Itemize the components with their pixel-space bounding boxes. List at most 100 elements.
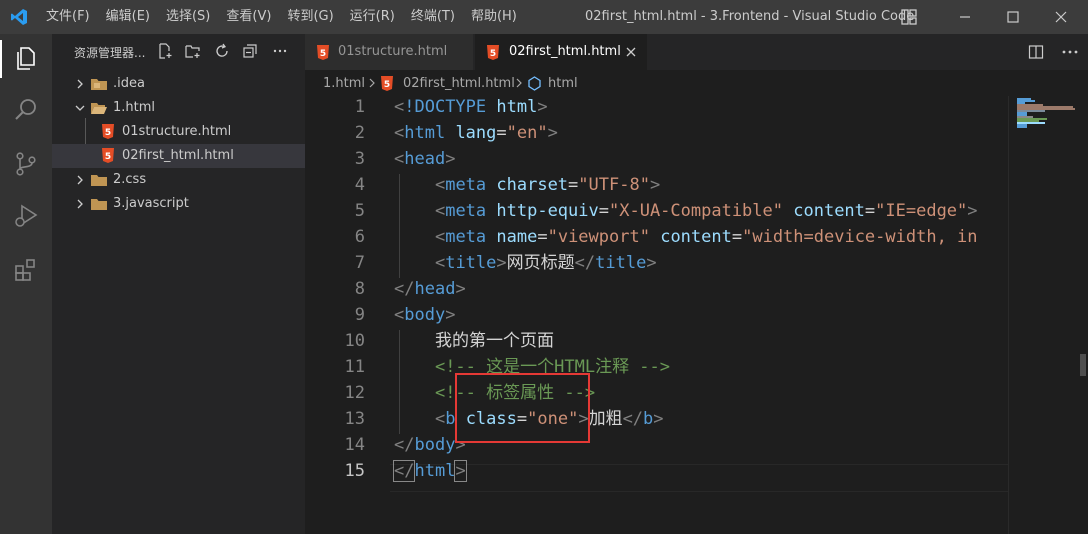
code-token: meta <box>445 175 497 195</box>
breadcrumb-folder[interactable]: 1.html <box>323 75 365 92</box>
tree-item-1-html[interactable]: 1.html <box>52 96 305 120</box>
code-line[interactable]: 8 </head> <box>305 276 1008 302</box>
code-line[interactable]: 5 <meta http-equiv="X-UA-Compatible" con… <box>305 198 1008 224</box>
window-title: 02first_html.html - 3.Frontend - Visual … <box>585 9 915 24</box>
menu-view[interactable]: 查看(V) <box>218 0 279 34</box>
code-token: head <box>404 149 446 169</box>
new-file-icon[interactable] <box>157 43 173 59</box>
collapse-all-icon[interactable] <box>242 43 258 59</box>
html5-file-icon: 5 <box>317 45 329 60</box>
new-folder-icon[interactable] <box>185 43 201 59</box>
menu-run[interactable]: 运行(R) <box>342 0 403 34</box>
code-line[interactable]: 15 </html> <box>305 458 1008 484</box>
svg-text:5: 5 <box>320 49 326 59</box>
code-editor[interactable]: 1 <!DOCTYPE html> 2 <html lang="en"> 3 <head>… <box>305 96 1008 534</box>
menu-edit[interactable]: 编辑(E) <box>98 0 158 34</box>
minimize-button[interactable] <box>942 0 988 34</box>
chevron-right-icon <box>77 79 83 89</box>
maximize-button[interactable] <box>990 0 1036 34</box>
line-number: 1 <box>354 97 365 117</box>
code-line[interactable]: 13 <b class="one">加粗</b> <box>305 406 1008 432</box>
breadcrumb-symbol[interactable]: html <box>548 75 578 92</box>
vertical-scrollbar[interactable] <box>1078 96 1088 534</box>
tree-item-01structure[interactable]: 5 01structure.html <box>52 120 305 144</box>
split-editor-icon[interactable] <box>1028 44 1044 60</box>
line-number: 9 <box>354 305 365 325</box>
tree-item-2-css[interactable]: 2.css <box>52 168 305 192</box>
line-number: 6 <box>354 227 365 247</box>
run-debug-icon[interactable] <box>12 202 40 230</box>
tab-01structure[interactable]: 5 01structure.html <box>305 34 473 70</box>
code-token: meta <box>445 201 497 221</box>
activity-bar <box>0 34 52 534</box>
scrollbar-thumb[interactable] <box>1080 354 1086 376</box>
line-number: 5 <box>354 201 365 221</box>
tree-item-3-javascript[interactable]: 3.javascript <box>52 192 305 216</box>
code-line[interactable]: 4 <meta charset="UTF-8"> <box>305 172 1008 198</box>
folder-icon <box>91 175 107 186</box>
tab-02first-html[interactable]: 5 02first_html.html <box>475 34 647 70</box>
code-token: < <box>394 149 405 169</box>
code-line[interactable]: 2 <html lang="en"> <box>305 120 1008 146</box>
minimap[interactable] <box>1008 96 1079 534</box>
menu-go[interactable]: 转到(G) <box>279 0 341 34</box>
code-line[interactable]: 10 我的第一个页面 <box>305 328 1008 354</box>
code-token: title <box>445 253 497 273</box>
close-tab-icon[interactable] <box>624 45 638 59</box>
code-token: charset <box>496 175 569 195</box>
line-number: 8 <box>354 279 365 299</box>
menu-selection[interactable]: 选择(S) <box>158 0 218 34</box>
vscode-logo-icon <box>11 9 27 25</box>
close-window-button[interactable] <box>1038 0 1084 34</box>
folder-icon <box>91 79 107 90</box>
code-token: = <box>568 175 579 195</box>
chevron-right-icon <box>77 175 83 185</box>
code-token: = <box>598 201 609 221</box>
explorer-icon[interactable] <box>12 44 40 72</box>
code-token: </ <box>394 279 415 299</box>
tree-item-idea[interactable]: .idea <box>52 72 305 96</box>
source-control-icon[interactable] <box>12 150 40 178</box>
editor-more-actions-icon[interactable] <box>1060 42 1080 62</box>
code-text: <head> <box>394 146 455 172</box>
code-token: = <box>731 227 743 247</box>
code-line[interactable]: 1 <!DOCTYPE html> <box>305 96 1008 120</box>
code-token: > <box>496 253 507 273</box>
code-line[interactable]: 14 </body> <box>305 432 1008 458</box>
search-icon[interactable] <box>12 96 40 124</box>
code-line[interactable]: 6 <meta name="viewport" content="width=d… <box>305 224 1008 250</box>
code-token: > <box>445 149 456 169</box>
explorer-header: 资源管理器... <box>52 34 305 70</box>
line-number: 7 <box>354 253 365 273</box>
customize-layout-icon[interactable] <box>900 8 918 26</box>
code-text: <html lang="en"> <box>394 120 558 146</box>
code-line[interactable]: 3 <head> <box>305 146 1008 172</box>
title-bar: 文件(F) 编辑(E) 选择(S) 查看(V) 转到(G) 运行(R) 终端(T… <box>0 0 1088 34</box>
code-token: body <box>404 305 446 325</box>
code-line[interactable]: 7 <title>网页标题</title> <box>305 250 1008 276</box>
code-token: http-equiv <box>496 201 599 221</box>
refresh-icon[interactable] <box>214 43 230 59</box>
more-icon[interactable] <box>272 43 288 59</box>
code-token: b <box>643 409 654 429</box>
code-line[interactable]: 11 <!-- 这是一个HTML注释 --> <box>305 354 1008 380</box>
active-indicator <box>0 40 2 78</box>
html5-file-icon: 5 <box>102 148 114 163</box>
explorer-sidebar: 资源管理器... .idea 1.html 5 01structure.html… <box>52 34 305 534</box>
menu-terminal[interactable]: 终端(T) <box>403 0 463 34</box>
minimize-icon <box>960 16 970 18</box>
menu-file[interactable]: 文件(F) <box>38 0 98 34</box>
menu-help[interactable]: 帮助(H) <box>463 0 525 34</box>
breadcrumb-file[interactable]: 02first_html.html <box>403 75 515 92</box>
chevron-down-icon <box>75 105 85 111</box>
code-token: html <box>414 461 456 481</box>
code-token: < <box>434 201 446 221</box>
code-token: > <box>455 279 466 299</box>
tree-item-02first-html[interactable]: 5 02first_html.html <box>52 144 305 168</box>
code-line[interactable]: 12 <!-- 标签属性 --> <box>305 380 1008 406</box>
code-line[interactable]: 9 <body> <box>305 302 1008 328</box>
extensions-icon[interactable] <box>12 256 40 284</box>
